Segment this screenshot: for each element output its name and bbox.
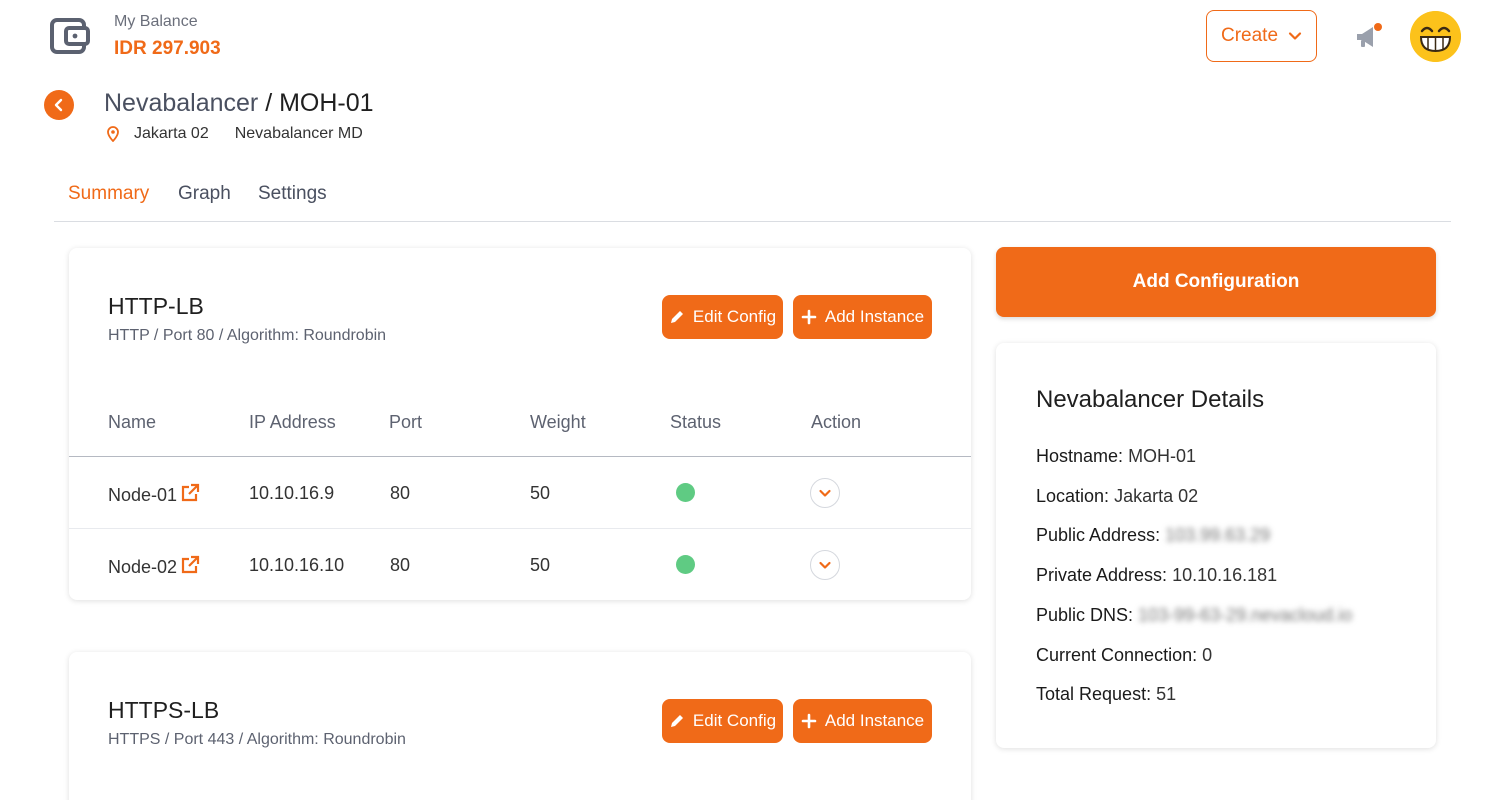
lb-card-http: HTTP-LB HTTP / Port 80 / Algorithm: Roun… bbox=[69, 248, 971, 600]
detail-private-address: Private Address: 10.10.16.181 bbox=[1036, 565, 1277, 586]
add-instance-label: Add Instance bbox=[824, 307, 925, 326]
detail-key: Current Connection: bbox=[1036, 645, 1198, 665]
detail-location: Location: Jakarta 02 bbox=[1036, 486, 1198, 507]
pencil-icon bbox=[670, 715, 683, 727]
detail-value-redacted: 103-99-63-29.nevacloud.io bbox=[1138, 605, 1353, 625]
chevron-down-icon bbox=[819, 561, 831, 569]
table-header-divider bbox=[69, 456, 971, 457]
detail-value: Jakarta 02 bbox=[1114, 486, 1199, 506]
resource-type: Nevabalancer MD bbox=[234, 125, 363, 142]
breadcrumb-separator: / bbox=[258, 89, 280, 117]
lb-name: HTTP-LB bbox=[108, 293, 204, 319]
node-weight: 50 bbox=[530, 555, 551, 575]
tab-settings[interactable]: Settings bbox=[258, 183, 327, 205]
detail-key: Public Address: bbox=[1036, 525, 1161, 545]
column-header-status: Status bbox=[670, 412, 722, 432]
detail-current-connection: Current Connection: 0 bbox=[1036, 645, 1212, 666]
node-name: Node-02 bbox=[108, 557, 178, 577]
details-panel: Nevabalancer Details Hostname: MOH-01 Lo… bbox=[996, 343, 1436, 748]
chevron-down-icon bbox=[819, 489, 831, 497]
back-arrow-icon bbox=[54, 98, 63, 112]
detail-value: 10.10.16.181 bbox=[1172, 565, 1278, 585]
column-header-port: Port bbox=[389, 412, 423, 432]
node-name-cell: Node-02 bbox=[108, 555, 200, 578]
node-ip: 10.10.16.10 bbox=[249, 555, 345, 575]
edit-config-label: Edit Config bbox=[692, 711, 777, 730]
pencil-icon bbox=[670, 311, 683, 323]
detail-value-redacted: 103.99.63.29 bbox=[1165, 525, 1271, 545]
create-button[interactable]: Create bbox=[1206, 10, 1317, 62]
row-action-button[interactable] bbox=[810, 478, 840, 508]
detail-hostname: Hostname: MOH-01 bbox=[1036, 446, 1196, 467]
create-button-label: Create bbox=[1220, 25, 1279, 46]
lb-name: HTTPS-LB bbox=[108, 697, 220, 723]
column-header-weight: Weight bbox=[530, 412, 586, 432]
edit-config-button[interactable]: Edit Config bbox=[662, 699, 783, 743]
tab-bar: Summary Graph Settings bbox=[54, 183, 1451, 222]
detail-public-address: Public Address: 103.99.63.29 bbox=[1036, 525, 1270, 546]
node-name-cell: Node-01 bbox=[108, 483, 200, 506]
detail-value: MOH-01 bbox=[1128, 446, 1197, 466]
lb-subtitle: HTTP / Port 80 / Algorithm: Roundrobin bbox=[108, 327, 387, 344]
resource-meta: Jakarta 02 Nevabalancer MD bbox=[106, 125, 363, 143]
detail-key: Hostname: bbox=[1036, 446, 1124, 466]
breadcrumb-parent[interactable]: Nevabalancer bbox=[104, 89, 258, 117]
node-port: 80 bbox=[390, 483, 411, 503]
column-header-action: Action bbox=[811, 412, 862, 432]
status-indicator-active bbox=[676, 555, 695, 574]
detail-value: 51 bbox=[1156, 684, 1177, 704]
column-header-name: Name bbox=[108, 412, 157, 432]
plus-icon bbox=[801, 309, 817, 325]
detail-key: Location: bbox=[1036, 486, 1110, 506]
wallet-icon bbox=[50, 18, 90, 54]
lb-card-https: HTTPS-LB HTTPS / Port 443 / Algorithm: R… bbox=[69, 652, 971, 800]
tab-summary[interactable]: Summary bbox=[68, 183, 149, 205]
node-weight: 50 bbox=[530, 483, 551, 503]
page-title: Nevabalancer / MOH-01 bbox=[104, 89, 374, 118]
location-pin-icon bbox=[107, 126, 119, 142]
chevron-down-icon bbox=[1288, 32, 1302, 40]
detail-key: Private Address: bbox=[1036, 565, 1168, 585]
detail-key: Public DNS: bbox=[1036, 605, 1134, 625]
lb-subtitle: HTTPS / Port 443 / Algorithm: Roundrobin bbox=[108, 731, 406, 748]
add-instance-label: Add Instance bbox=[824, 711, 925, 730]
node-name: Node-01 bbox=[108, 485, 178, 505]
detail-total-request: Total Request: 51 bbox=[1036, 684, 1176, 705]
megaphone-icon[interactable] bbox=[1354, 22, 1384, 50]
add-configuration-button[interactable]: Add Configuration bbox=[996, 247, 1436, 317]
edit-config-label: Edit Config bbox=[692, 307, 777, 326]
avatar[interactable] bbox=[1410, 11, 1461, 62]
node-ip: 10.10.16.9 bbox=[249, 483, 335, 503]
row-action-button[interactable] bbox=[810, 550, 840, 580]
external-link-icon[interactable] bbox=[180, 483, 200, 503]
add-instance-button[interactable]: Add Instance bbox=[793, 295, 932, 339]
add-instance-button[interactable]: Add Instance bbox=[793, 699, 932, 743]
detail-value: 0 bbox=[1202, 645, 1213, 665]
detail-public-dns: Public DNS: 103-99-63-29.nevacloud.io bbox=[1036, 605, 1352, 626]
plus-icon bbox=[801, 713, 817, 729]
status-indicator-active bbox=[676, 483, 695, 502]
avatar-grin-icon bbox=[1410, 11, 1461, 62]
node-port: 80 bbox=[390, 555, 411, 575]
balance-label: My Balance bbox=[114, 13, 198, 30]
back-button[interactable] bbox=[44, 90, 74, 120]
location-text: Jakarta 02 bbox=[134, 125, 209, 142]
column-header-ip: IP Address bbox=[249, 412, 336, 432]
balance-value: IDR 297.903 bbox=[114, 38, 221, 59]
edit-config-button[interactable]: Edit Config bbox=[662, 295, 783, 339]
tab-graph[interactable]: Graph bbox=[178, 183, 231, 205]
resource-name: MOH-01 bbox=[279, 89, 374, 117]
detail-key: Total Request: bbox=[1036, 684, 1152, 704]
details-title: Nevabalancer Details bbox=[1036, 386, 1265, 413]
external-link-icon[interactable] bbox=[180, 555, 200, 575]
row-divider bbox=[69, 528, 971, 529]
